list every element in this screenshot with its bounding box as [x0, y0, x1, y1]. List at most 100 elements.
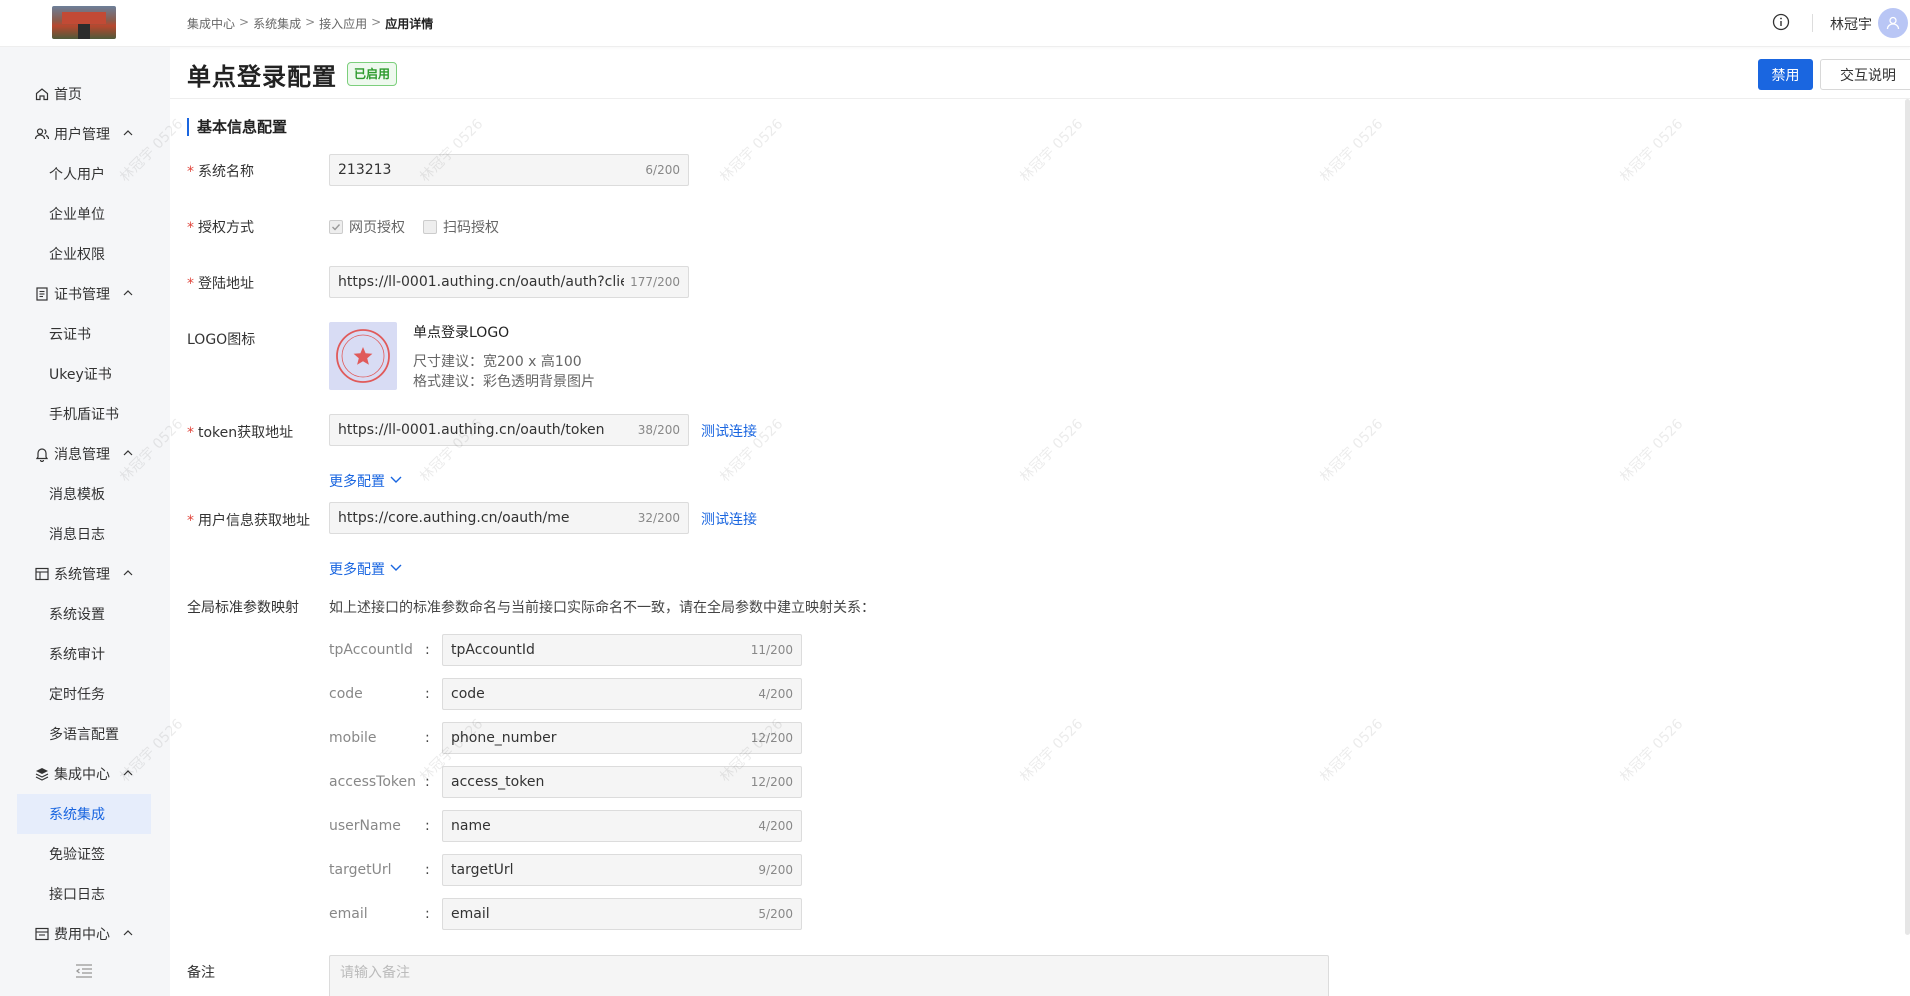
disable-button[interactable]: 禁用 — [1758, 59, 1813, 90]
userinfo-url-input[interactable]: https://core.authing.cn/oauth/me 32/200 — [329, 502, 689, 534]
sidebar-group-users[interactable]: 用户管理 — [0, 114, 170, 154]
sidebar-item-i18n-config[interactable]: 多语言配置 — [0, 714, 170, 754]
input-value: access_token — [451, 774, 545, 790]
sidebar-item-label: 首页 — [54, 87, 82, 103]
sidebar-item-label: 手机盾证书 — [49, 407, 119, 423]
breadcrumb: 集成中心 > 系统集成 > 接入应用 > 应用详情 — [187, 15, 433, 32]
required-mark: * — [187, 276, 194, 292]
token-url-input[interactable]: https://ll-0001.authing.cn/oauth/token 3… — [329, 414, 689, 446]
sidebar-item-label: 企业权限 — [49, 247, 105, 263]
username[interactable]: 林冠宇 — [1830, 14, 1872, 34]
sidebar-item-message-templates[interactable]: 消息模板 — [0, 474, 170, 514]
char-count: 38/200 — [637, 423, 680, 437]
sidebar-item-system-audit[interactable]: 系统审计 — [0, 634, 170, 674]
mapping-colon: : — [425, 686, 430, 702]
auth-mode-group: 网页授权 扫码授权 — [329, 217, 511, 237]
char-count: 4/200 — [758, 819, 793, 833]
required-mark: * — [187, 220, 194, 236]
sidebar-group-certificates[interactable]: 证书管理 — [0, 274, 170, 314]
breadcrumb-separator: > — [239, 15, 250, 29]
more-config-label: 更多配置 — [329, 562, 385, 578]
info-icon[interactable] — [1772, 13, 1790, 31]
required-mark: * — [187, 164, 194, 180]
sidebar-item-system-integration[interactable]: 系统集成 — [17, 794, 151, 834]
watermark: 林冠宇 0526 — [1317, 116, 1387, 186]
system-name-input[interactable]: 213213 6/200 — [329, 154, 689, 186]
sidebar-item-personal-users[interactable]: 个人用户 — [0, 154, 170, 194]
char-count: 9/200 — [758, 863, 793, 877]
sidebar-item-mobile-shield-cert[interactable]: 手机盾证书 — [0, 394, 170, 434]
web-auth-checkbox[interactable] — [329, 220, 343, 234]
sidebar-item-enterprise[interactable]: 企业单位 — [0, 194, 170, 234]
sidebar-group-integration[interactable]: 集成中心 — [0, 754, 170, 794]
sidebar-item-label: 消息日志 — [49, 527, 105, 543]
page-header: 单点登录配置 已启用 禁用 交互说明 — [170, 47, 1910, 99]
sidebar-group-system[interactable]: 系统管理 — [0, 554, 170, 594]
scrollbar[interactable] — [1905, 99, 1910, 935]
avatar[interactable] — [1878, 8, 1908, 38]
input-value: https://ll-0001.authing.cn/oauth/token — [338, 422, 605, 438]
qr-auth-checkbox[interactable] — [423, 220, 437, 234]
chevron-up-icon — [122, 567, 134, 579]
seal-icon — [336, 329, 390, 383]
interaction-help-button[interactable]: 交互说明 — [1820, 59, 1910, 90]
collapse-sidebar-icon[interactable] — [74, 961, 94, 981]
sidebar-item-api-logs[interactable]: 接口日志 — [0, 874, 170, 914]
app-logo[interactable] — [52, 6, 116, 39]
page-title: 单点登录配置 — [187, 63, 337, 91]
sidebar-item-message-logs[interactable]: 消息日志 — [0, 514, 170, 554]
token-url-label: * token获取地址 — [187, 422, 293, 442]
userinfo-more-config[interactable]: 更多配置 — [329, 559, 403, 579]
sidebar-item-verification-free-sign[interactable]: 免验证签 — [0, 834, 170, 874]
sidebar-item-home[interactable]: 首页 — [0, 74, 170, 114]
input-value: email — [451, 906, 490, 922]
sidebar-item-cloud-cert[interactable]: 云证书 — [0, 314, 170, 354]
watermark: 林冠宇 0526 — [1317, 416, 1387, 486]
sidebar-item-ukey-cert[interactable]: Ukey证书 — [0, 354, 170, 394]
mapping-input-email[interactable]: email 5/200 — [442, 898, 802, 930]
sidebar-group-messages[interactable]: 消息管理 — [0, 434, 170, 474]
sidebar-item-label: 云证书 — [49, 327, 91, 343]
chevron-up-icon — [122, 767, 134, 779]
system-name-label: * 系统名称 — [187, 161, 254, 181]
token-more-config[interactable]: 更多配置 — [329, 471, 403, 491]
sidebar-item-label: 证书管理 — [54, 287, 110, 303]
mapping-input-accesstoken[interactable]: access_token 12/200 — [442, 766, 802, 798]
sidebar-item-scheduled-tasks[interactable]: 定时任务 — [0, 674, 170, 714]
mapping-description: 如上述接口的标准参数命名与当前接口实际命名不一致，请在全局参数中建立映射关系： — [329, 600, 875, 616]
mapping-label: 全局标准参数映射 — [187, 600, 299, 616]
required-mark: * — [187, 513, 194, 529]
breadcrumb-item[interactable]: 接入应用 — [319, 15, 367, 32]
sidebar-item-system-settings[interactable]: 系统设置 — [0, 594, 170, 634]
sidebar-item-label: 接口日志 — [49, 887, 105, 903]
sidebar-item-label: 系统设置 — [49, 607, 105, 623]
mapping-input-tpaccountid[interactable]: tpAccountId 11/200 — [442, 634, 802, 666]
label-text: token获取地址 — [198, 425, 294, 441]
breadcrumb-item[interactable]: 集成中心 — [187, 15, 235, 32]
header-divider — [1812, 14, 1813, 32]
login-url-input[interactable]: https://ll-0001.authing.cn/oauth/auth?cl… — [329, 266, 689, 298]
sidebar: 首页 用户管理 个人用户 企业单位 企业权限 证书管理 云证书 Ukey证书 手… — [0, 47, 170, 996]
login-url-label: * 登陆地址 — [187, 273, 254, 293]
status-badge: 已启用 — [347, 62, 398, 86]
mapping-input-mobile[interactable]: phone_number 12/200 — [442, 722, 802, 754]
mapping-input-code[interactable]: code 4/200 — [442, 678, 802, 710]
sidebar-item-enterprise-permissions[interactable]: 企业权限 — [0, 234, 170, 274]
sidebar-group-billing[interactable]: 费用中心 — [0, 914, 170, 954]
logo-size-hint: 尺寸建议：宽200 x 高100 — [413, 354, 582, 370]
mapping-input-username[interactable]: name 4/200 — [442, 810, 802, 842]
remark-textarea[interactable]: 请输入备注 — [329, 955, 1329, 996]
userinfo-test-connection-link[interactable]: 测试连接 — [701, 509, 757, 529]
web-auth-label: 网页授权 — [349, 220, 405, 236]
label-text: 系统名称 — [198, 164, 254, 180]
logo-upload[interactable] — [329, 322, 397, 390]
mapping-input-targeturl[interactable]: targetUrl 9/200 — [442, 854, 802, 886]
input-value: https://ll-0001.authing.cn/oauth/auth?cl… — [338, 274, 624, 290]
mapping-key: tpAccountId — [329, 642, 413, 658]
breadcrumb-item[interactable]: 系统集成 — [253, 15, 301, 32]
sidebar-item-label: 个人用户 — [49, 167, 105, 183]
breadcrumb-current: 应用详情 — [385, 17, 434, 31]
token-test-connection-link[interactable]: 测试连接 — [701, 421, 757, 441]
char-count: 32/200 — [637, 511, 680, 525]
watermark: 林冠宇 0526 — [1317, 716, 1387, 786]
